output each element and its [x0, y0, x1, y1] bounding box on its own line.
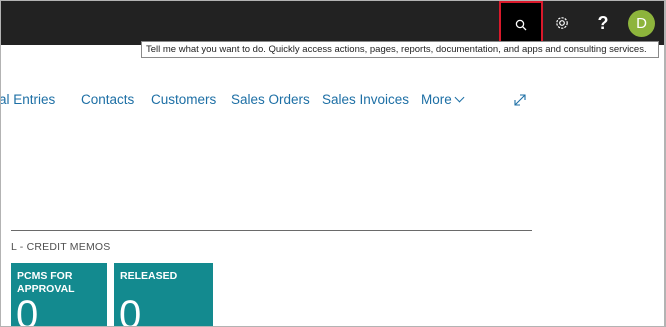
section-divider [11, 230, 532, 231]
nav-item-sales-invoices[interactable]: Sales Invoices [322, 92, 409, 107]
nav-more-button[interactable]: More [421, 92, 465, 107]
section-title: L - CREDIT MEMOS [11, 241, 111, 253]
gear-icon [556, 17, 568, 29]
tile-released[interactable]: RELEASED 0 [114, 263, 213, 327]
nav-more-label: More [421, 92, 452, 107]
top-bar: ? D [1, 1, 664, 48]
tile-value: 0 [16, 293, 39, 327]
chevron-down-icon [454, 92, 465, 103]
help-button[interactable]: ? [589, 1, 617, 45]
tile-label: RELEASED [120, 270, 177, 283]
settings-button[interactable] [547, 1, 577, 45]
nav-item-entries[interactable]: al Entries [1, 92, 55, 107]
tile-pcms-for-approval[interactable]: PCMS FOR APPROVAL 0 [11, 263, 107, 327]
nav-item-sales-orders[interactable]: Sales Orders [231, 92, 310, 107]
avatar[interactable]: D [628, 10, 655, 37]
tile-label: PCMS FOR APPROVAL [17, 270, 75, 295]
tile-value: 0 [119, 293, 142, 327]
expand-icon[interactable] [513, 93, 527, 107]
nav-item-customers[interactable]: Customers [151, 92, 216, 107]
tile-label-line1: PCMS FOR [17, 270, 73, 282]
app-window: ? D Tell me what you want to do. Quickly… [0, 0, 666, 327]
search-icon [515, 19, 527, 30]
nav-item-contacts[interactable]: Contacts [81, 92, 134, 107]
search-tooltip: Tell me what you want to do. Quickly acc… [141, 41, 659, 58]
tile-label-line1: RELEASED [120, 270, 178, 282]
